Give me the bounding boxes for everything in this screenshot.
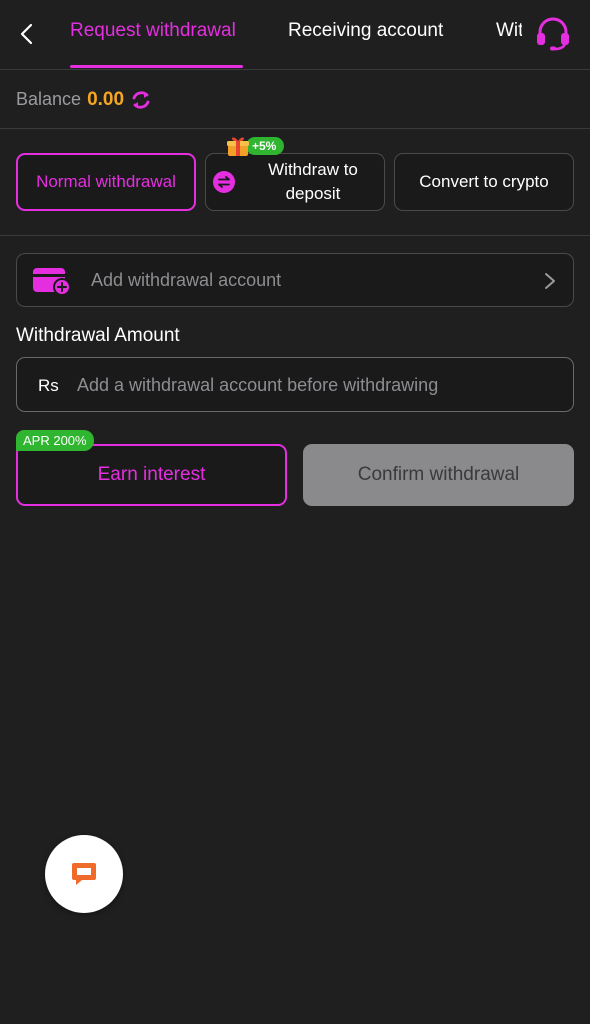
normal-withdrawal-button[interactable]: Normal withdrawal	[16, 153, 196, 211]
chat-bubble-icon	[72, 863, 96, 885]
balance-row: Balance 0.00	[0, 71, 590, 129]
active-tab-indicator	[70, 65, 243, 68]
add-account-label: Add withdrawal account	[91, 270, 282, 290]
convert-to-crypto-button[interactable]: Convert to crypto	[394, 153, 574, 211]
currency-prefix: Rs	[38, 376, 59, 395]
gift-icon	[227, 137, 249, 156]
balance-value: 0.00	[87, 88, 125, 110]
deposit-label-line2: deposit	[285, 184, 341, 203]
add-withdrawal-account-button[interactable]: Add withdrawal account	[16, 253, 574, 307]
balance-label: Balance	[16, 89, 82, 109]
bonus-percent: +5%	[246, 137, 285, 155]
apr-badge: APR 200%	[16, 430, 94, 451]
back-button[interactable]	[10, 18, 42, 50]
refresh-icon[interactable]	[130, 89, 152, 111]
live-chat-button[interactable]	[45, 835, 123, 913]
amount-field: Rs	[16, 357, 574, 412]
deposit-bonus-badge: +5%	[226, 136, 285, 156]
wallet-add-icon	[33, 268, 71, 296]
swap-icon	[213, 171, 235, 193]
withdrawal-amount-input[interactable]	[77, 366, 557, 404]
tab-withdrawal-history[interactable]: Withdrawal history	[496, 20, 522, 42]
withdrawal-mode-selector: Normal withdrawal Withdraw to deposit Co…	[0, 130, 590, 236]
top-nav: Request withdrawal Receiving account Wit…	[0, 0, 590, 70]
tab-receiving-account[interactable]: Receiving account	[288, 20, 443, 42]
earn-interest-button[interactable]: Earn interest	[16, 444, 287, 506]
chevron-left-icon	[20, 23, 33, 45]
tab-request-withdrawal[interactable]: Request withdrawal	[70, 20, 236, 42]
withdraw-to-deposit-button[interactable]: Withdraw to deposit	[205, 153, 385, 211]
deposit-label-line1: Withdraw to	[268, 160, 358, 179]
confirm-withdrawal-button[interactable]: Confirm withdrawal	[303, 444, 574, 506]
headset-icon	[537, 17, 569, 51]
customer-support-button[interactable]	[534, 15, 572, 53]
withdrawal-screen: Request withdrawal Receiving account Wit…	[0, 0, 590, 1024]
withdrawal-amount-label: Withdrawal Amount	[16, 325, 180, 346]
chevron-right-icon	[545, 273, 555, 289]
